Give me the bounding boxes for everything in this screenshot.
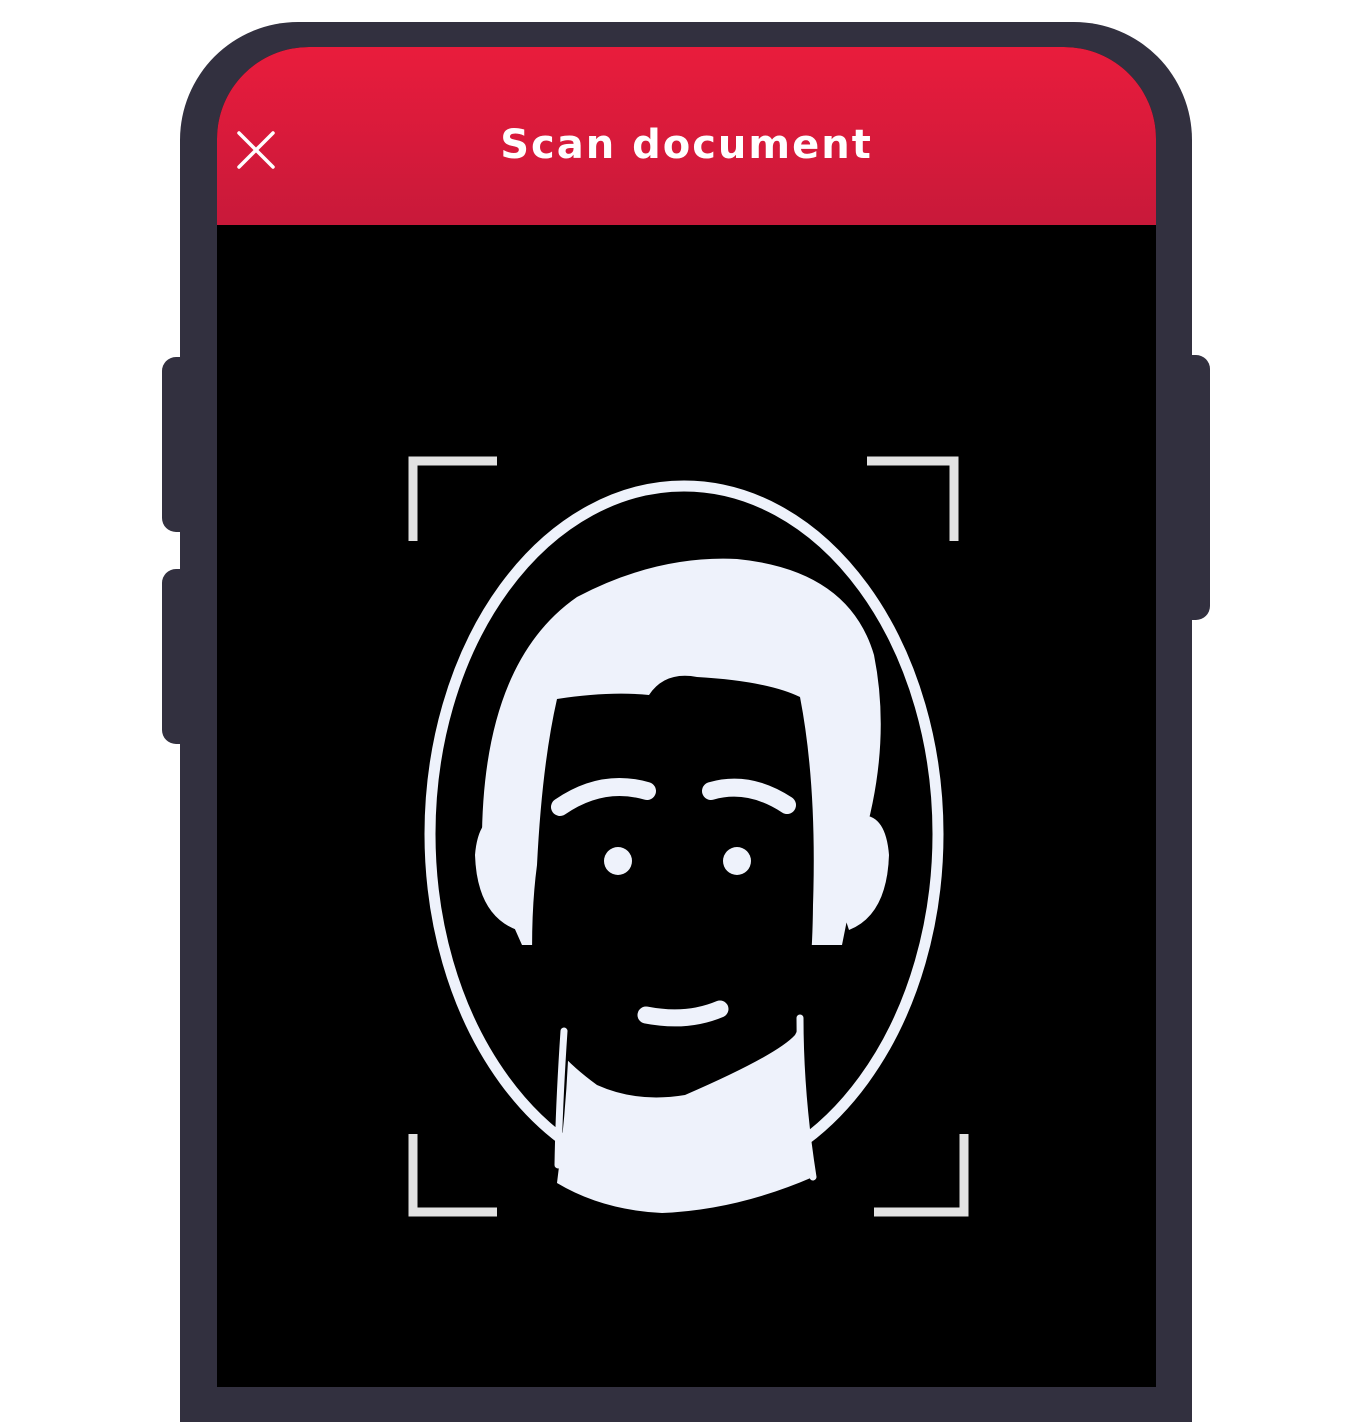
- left-eye: [604, 847, 632, 875]
- face-scan-guide-icon: [408, 456, 969, 1217]
- corner-top-left: [408, 456, 497, 541]
- corner-bottom-right: [874, 1134, 969, 1217]
- right-eye: [723, 847, 751, 875]
- camera-viewfinder: [217, 225, 1156, 1387]
- corner-top-right: [867, 456, 959, 541]
- face: [532, 675, 814, 1098]
- face-illustration: [424, 480, 944, 1213]
- app-header: Scan document: [217, 47, 1156, 225]
- page-title: Scan document: [500, 122, 873, 168]
- phone-screen: Scan document: [217, 47, 1156, 1387]
- mouth: [637, 1000, 729, 1027]
- corner-bottom-left: [408, 1134, 497, 1217]
